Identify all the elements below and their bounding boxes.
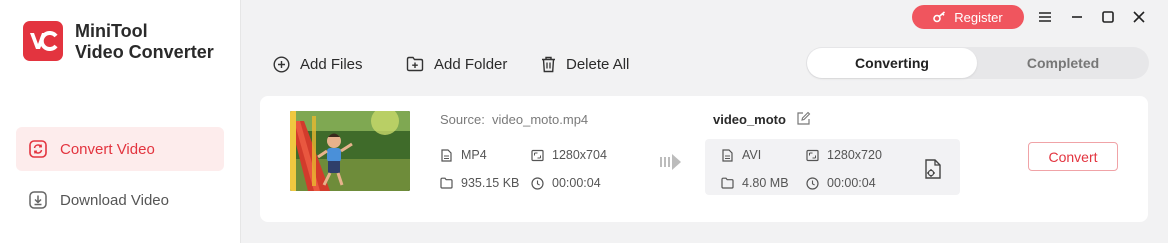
source-duration: 00:00:04 [531, 176, 601, 190]
sidebar-item-label: Convert Video [60, 140, 155, 158]
resolution-icon [531, 149, 544, 161]
source-file: Source: video_moto.mp4 [440, 112, 588, 127]
folder-icon [440, 177, 453, 189]
clock-icon [531, 176, 544, 190]
output-duration: 00:00:04 [806, 176, 876, 190]
file-format-icon [441, 148, 452, 162]
app-name-line2: Video Converter [75, 42, 214, 62]
source-resolution-value: 1280x704 [552, 148, 607, 162]
output-resolution: 1280x720 [806, 148, 882, 162]
output-format-value: AVI [742, 148, 762, 162]
source-format-value: MP4 [461, 148, 487, 162]
add-folder-label: Add Folder [434, 55, 508, 73]
delete-all-label: Delete All [566, 55, 630, 73]
convert-button[interactable]: Convert [1028, 142, 1118, 171]
add-folder-button[interactable]: Add Folder [406, 53, 507, 75]
source-size-value: 935.15 KB [461, 176, 520, 190]
video-thumbnail [290, 111, 410, 191]
app-name-line1: MiniTool [75, 21, 148, 41]
delete-all-button[interactable]: Delete All [541, 53, 629, 75]
output-size-value: 4.80 MB [742, 176, 789, 190]
clock-icon [806, 176, 819, 190]
resolution-icon [806, 149, 819, 161]
source-duration-value: 00:00:04 [552, 176, 601, 190]
file-format-icon [722, 148, 733, 162]
source-label: Source: [440, 112, 485, 127]
close-icon[interactable] [1130, 8, 1148, 26]
status-tabs: Converting Completed [806, 47, 1149, 79]
key-icon [933, 11, 946, 23]
download-icon [28, 190, 48, 210]
minimize-icon[interactable] [1068, 8, 1086, 26]
register-button[interactable]: Register [912, 5, 1024, 29]
add-files-icon [273, 55, 290, 73]
output-settings-icon[interactable] [924, 158, 942, 185]
menu-icon[interactable] [1036, 8, 1054, 26]
source-filename: video_moto.mp4 [492, 112, 589, 127]
sidebar-item-convert-video[interactable]: Convert Video [16, 127, 224, 171]
add-files-label: Add Files [300, 55, 363, 73]
source-size: 935.15 KB [440, 176, 519, 190]
edit-icon[interactable] [796, 111, 812, 127]
source-format: MP4 [440, 148, 487, 162]
register-label: Register [954, 9, 1003, 25]
source-resolution: 1280x704 [531, 148, 607, 162]
output-format: AVI [721, 148, 761, 162]
sidebar: MiniTool Video Converter Convert Video D… [0, 0, 241, 243]
folder-icon [721, 177, 734, 189]
add-files-button[interactable]: Add Files [273, 53, 363, 75]
convert-icon [28, 139, 48, 159]
maximize-icon[interactable] [1099, 8, 1117, 26]
convert-arrow-icon [660, 154, 682, 175]
output-name: video_moto [713, 111, 812, 127]
output-duration-value: 00:00:04 [827, 176, 876, 190]
output-settings[interactable]: AVI 1280x720 4.80 MB 00:00:04 [705, 139, 960, 195]
output-name-value: video_moto [713, 111, 786, 127]
add-folder-icon [406, 56, 424, 72]
sidebar-item-download-video[interactable]: Download Video [16, 178, 224, 222]
output-size: 4.80 MB [721, 176, 789, 190]
output-resolution-value: 1280x720 [827, 148, 882, 162]
app-logo [23, 21, 63, 61]
trash-icon [542, 56, 555, 72]
conversion-task-card: Source: video_moto.mp4 MP4 1280x704 935.… [260, 96, 1148, 222]
tab-completed[interactable]: Completed [978, 48, 1148, 78]
app-name: MiniTool Video Converter [75, 21, 214, 63]
sidebar-item-label: Download Video [60, 191, 169, 209]
tab-converting[interactable]: Converting [807, 48, 977, 78]
